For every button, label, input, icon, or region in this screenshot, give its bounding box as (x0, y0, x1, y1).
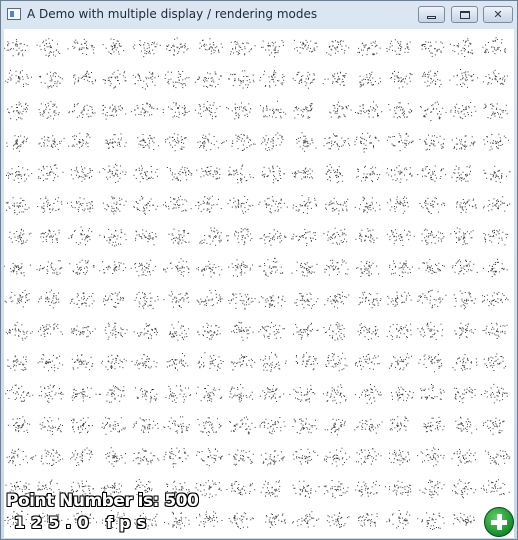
maximize-button[interactable] (451, 6, 478, 23)
app-window: A Demo with multiple display / rendering… (0, 0, 518, 540)
render-canvas-area[interactable]: Point Number is: 500 125.0 fps (4, 29, 514, 538)
add-button[interactable] (484, 507, 514, 537)
maximize-icon (459, 10, 470, 19)
title-bar[interactable]: A Demo with multiple display / rendering… (1, 1, 517, 29)
point-number-label: Point Number is: 500 (6, 491, 199, 511)
close-icon: ✕ (493, 8, 503, 21)
point-cloud (4, 37, 511, 530)
minimize-button[interactable] (418, 6, 445, 23)
window-title: A Demo with multiple display / rendering… (27, 7, 318, 21)
point-cloud-dots (4, 37, 511, 530)
fps-counter: 125.0 fps (14, 513, 153, 532)
point-cloud-canvas (4, 37, 511, 530)
close-button[interactable]: ✕ (483, 6, 513, 23)
app-icon (7, 8, 21, 20)
minimize-icon (427, 15, 436, 19)
